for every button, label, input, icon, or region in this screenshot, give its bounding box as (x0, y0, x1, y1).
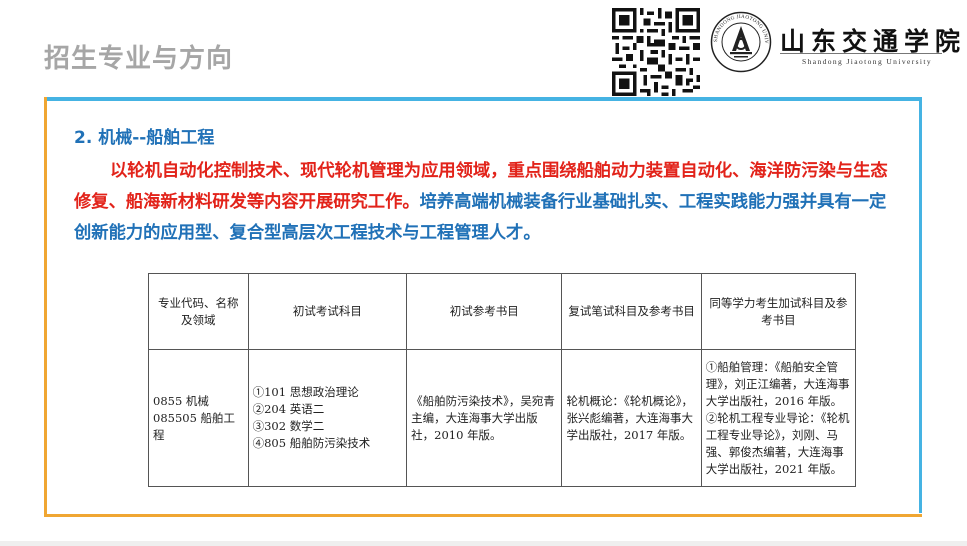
section-heading: 2. 机械--船舶工程 (74, 128, 215, 148)
header-exam-subjects: 初试考试科目 (247, 273, 408, 350)
header-exam-reference: 初试参考书目 (406, 273, 563, 350)
frame-right-border (919, 97, 922, 513)
header-major: 专业代码、名称及领域 (148, 273, 249, 350)
major-code: 0855 机械 (153, 393, 209, 408)
section-description: 以轮机自动化控制技术、现代轮机管理为应用领域，重点围绕船舶动力装置自动化、海洋防… (74, 156, 894, 249)
logo-divider (780, 53, 942, 54)
header-retest: 复试笔试科目及参考书目 (561, 273, 702, 350)
exam-subject: ②204 英语二 (252, 402, 325, 416)
equivalent-item: ①船舶管理：《船舶安全管理》，刘正江编著，大连海事大学出版社，2016 年版。 (705, 359, 850, 408)
frame-bottom-border (44, 514, 922, 517)
qr-code-icon (612, 8, 700, 96)
cell-major: 0855 机械 085505 船舶工程 (148, 349, 249, 487)
bottom-bar (0, 541, 967, 546)
cell-exam-reference: 《船舶防污染技术》，吴宛青主编，大连海事大学出版社，2010 年版。 (406, 349, 563, 487)
university-name-en: Shandong Jiaotong University (802, 57, 933, 66)
exam-subject: ③302 数学二 (252, 419, 325, 433)
frame-top-border (44, 97, 922, 101)
admission-table: 专业代码、名称及领域 初试考试科目 初试参考书目 复试笔试科目及参考书目 同等学… (148, 273, 857, 487)
equivalent-item: ②轮机工程专业导论：《轮机工程专业导论》，刘刚、马强、郭俊杰编著，大连海事大学出… (705, 410, 850, 476)
cell-retest: 轮机概论：《轮机概论》，张兴彪编著，大连海事大学出版社，2017 年版。 (561, 349, 702, 487)
major-field: 085505 船舶工程 (153, 410, 236, 442)
exam-subject: ①101 思想政治理论 (252, 385, 359, 399)
header-equivalent: 同等学力考生加试科目及参考书目 (700, 273, 857, 350)
frame-left-border (44, 97, 47, 517)
slide-title: 招生专业与方向 (44, 44, 234, 74)
exam-subject: ④805 船舶防污染技术 (252, 436, 371, 450)
cell-equivalent: ①船舶管理：《船舶安全管理》，刘正江编著，大连海事大学出版社，2016 年版。 … (700, 349, 857, 487)
cell-exam-subjects: ①101 思想政治理论 ②204 英语二 ③302 数学二 ④805 船舶防污染… (247, 349, 408, 487)
table-header-row: 专业代码、名称及领域 初试考试科目 初试参考书目 复试笔试科目及参考书目 同等学… (148, 273, 857, 350)
table-row: 0855 机械 085505 船舶工程 ①101 思想政治理论 ②204 英语二… (148, 349, 857, 487)
university-seal-icon: SHANDONG JIAOTONG UNIVERSITY (710, 11, 772, 73)
